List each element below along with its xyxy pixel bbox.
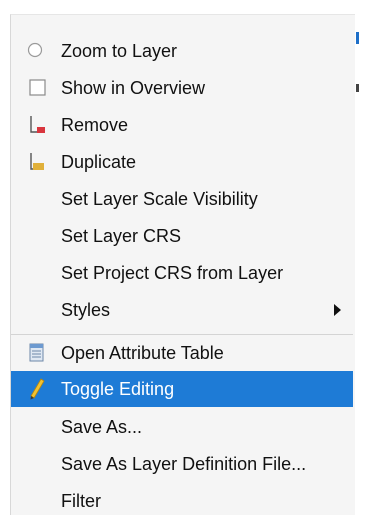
menu-item-label: Duplicate <box>61 151 137 172</box>
attribute-table-icon <box>29 343 47 363</box>
menu-item-filter[interactable]: Filter <box>11 483 353 515</box>
background-window-edge <box>356 32 359 44</box>
menu-item-zoom-to-layer[interactable]: Zoom to Layer <box>11 33 353 69</box>
menu-item-save-as[interactable]: Save As... <box>11 409 353 445</box>
menu-item-open-attribute-table[interactable]: Open Attribute Table <box>11 335 353 371</box>
menu-item-label: Set Layer CRS <box>61 225 182 246</box>
checkbox-icon[interactable] <box>29 79 47 99</box>
menu-item-set-layer-crs[interactable]: Set Layer CRS <box>11 218 353 254</box>
menu-item-label: Toggle Editing <box>61 378 175 399</box>
menu-item-label: Set Layer Scale Visibility <box>61 188 258 209</box>
menu-item-set-project-crs-from-layer[interactable]: Set Project CRS from Layer <box>11 255 353 291</box>
menu-item-label: Show in Overview <box>61 77 206 98</box>
duplicate-layer-icon <box>29 151 47 171</box>
menu-item-save-as-layer-definition-file[interactable]: Save As Layer Definition File... <box>11 446 353 482</box>
layer-context-menu: Zoom to Layer Show in Overview Remove Du… <box>10 14 355 515</box>
menu-item-remove[interactable]: Remove <box>11 107 353 143</box>
menu-item-duplicate[interactable]: Duplicate <box>11 144 353 180</box>
menu-item-label: Remove <box>61 114 129 135</box>
menu-item-label: Open Attribute Table <box>61 342 224 363</box>
remove-layer-icon <box>29 114 47 134</box>
menu-item-label: Styles <box>61 299 111 320</box>
menu-item-label: Save As... <box>61 416 143 437</box>
menu-item-set-layer-scale-visibility[interactable]: Set Layer Scale Visibility <box>11 181 353 217</box>
menu-item-label: Save As Layer Definition File... <box>61 453 307 474</box>
menu-item-label: Zoom to Layer <box>61 40 178 61</box>
background-window-edge <box>356 84 359 92</box>
menu-item-toggle-editing[interactable]: Toggle Editing <box>11 371 353 407</box>
menu-item-label: Set Project CRS from Layer <box>61 262 284 283</box>
menu-item-styles[interactable]: Styles <box>11 292 353 328</box>
menu-item-label: Filter <box>61 490 101 511</box>
zoom-icon <box>27 42 45 62</box>
menu-item-show-in-overview[interactable]: Show in Overview <box>11 70 353 106</box>
pencil-icon <box>29 378 47 400</box>
submenu-arrow-icon <box>334 304 341 316</box>
